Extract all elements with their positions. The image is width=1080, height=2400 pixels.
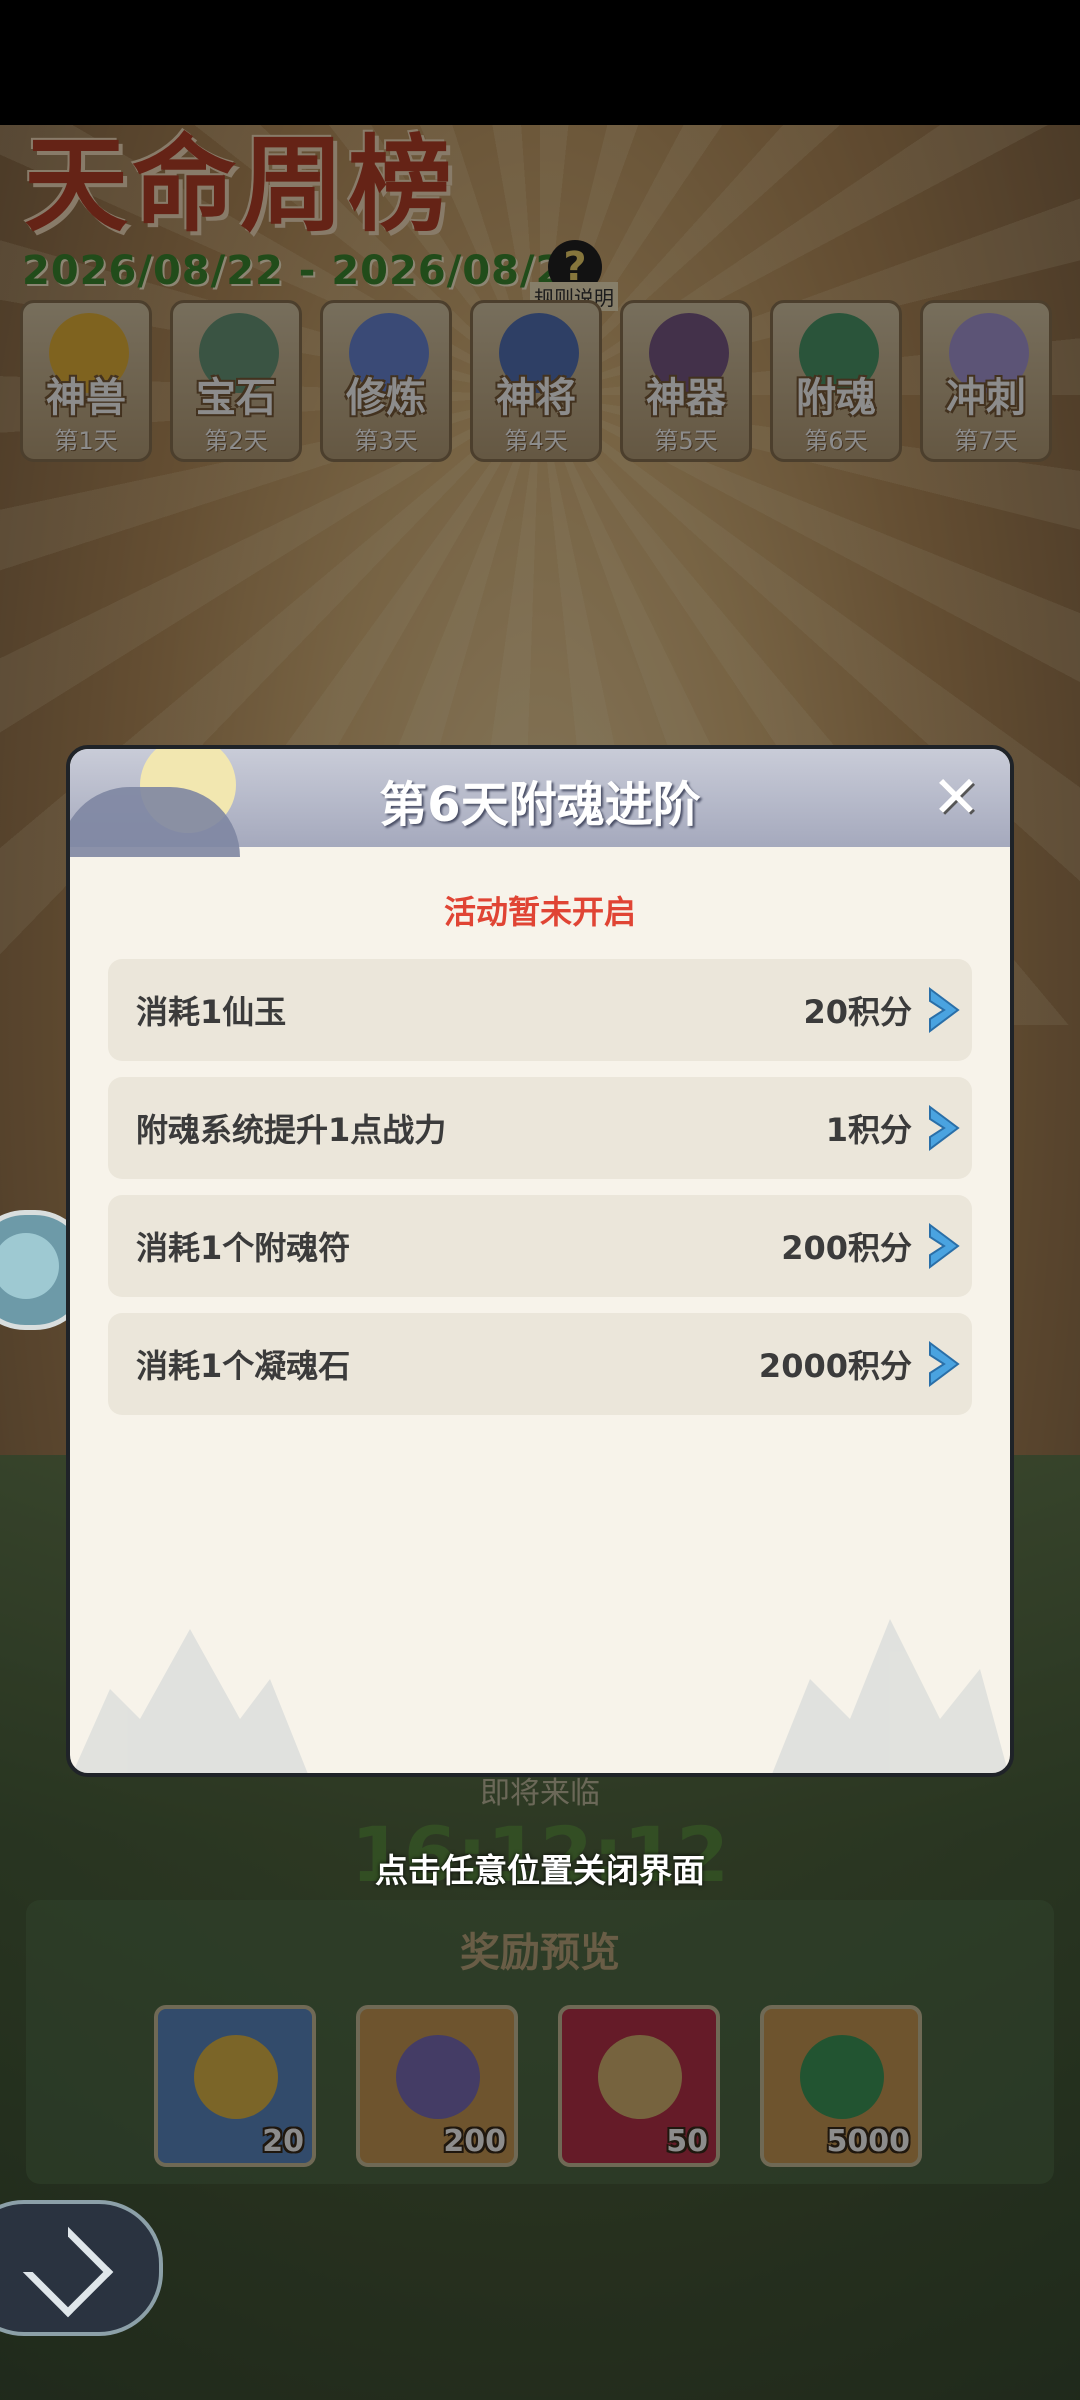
chevron-right-icon[interactable] — [924, 1221, 964, 1271]
task-row[interactable]: 消耗1个凝魂石 2000积分 — [108, 1313, 972, 1415]
mountain-decoration — [772, 1619, 1009, 1773]
close-button[interactable]: ✕ — [928, 768, 984, 826]
diamond-icon — [22, 2226, 114, 2318]
task-row[interactable]: 附魂系统提升1点战力 1积分 — [108, 1077, 972, 1179]
task-points: 200积分 — [781, 1229, 912, 1267]
activity-status: 活动暂未开启 — [443, 893, 636, 931]
task-row[interactable]: 消耗1个附魂符 200积分 — [108, 1195, 972, 1297]
menu-button[interactable] — [0, 2200, 163, 2336]
mountain-decoration — [72, 1629, 308, 1773]
avatar-icon — [0, 1233, 59, 1299]
task-row[interactable]: 消耗1仙玉 20积分 — [108, 959, 972, 1061]
task-label: 附魂系统提升1点战力 — [136, 1111, 447, 1149]
close-hint[interactable]: 点击任意位置关闭界面 — [0, 1844, 1080, 1892]
chevron-right-icon[interactable] — [924, 1103, 964, 1153]
chevron-right-icon[interactable] — [924, 985, 964, 1035]
task-label: 消耗1仙玉 — [136, 993, 287, 1031]
modal-header: 第6天附魂进阶 ✕ — [70, 749, 1010, 857]
task-label: 消耗1个凝魂石 — [136, 1347, 351, 1385]
modal-title: 第6天附魂进阶 — [379, 777, 701, 833]
task-modal: 第6天附魂进阶 ✕ 活动暂未开启 消耗1仙玉 20积分 附魂系统提升1点战力 1… — [66, 745, 1014, 1777]
task-points: 20积分 — [803, 993, 912, 1031]
task-points: 1积分 — [825, 1111, 912, 1149]
task-points: 2000积分 — [758, 1347, 912, 1385]
task-label: 消耗1个附魂符 — [136, 1229, 351, 1267]
chevron-right-icon[interactable] — [924, 1339, 964, 1389]
